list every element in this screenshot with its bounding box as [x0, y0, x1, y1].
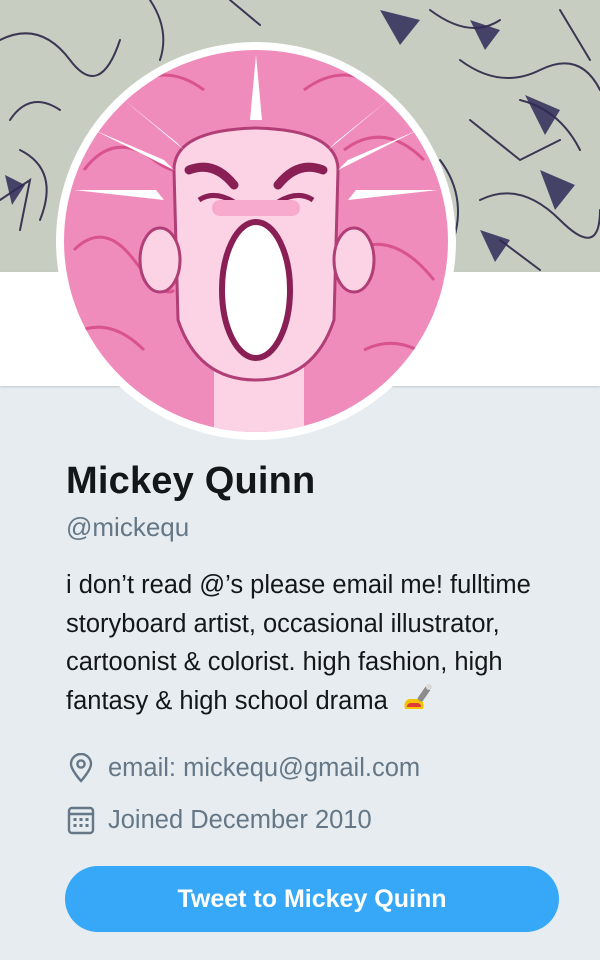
location-pin-icon	[66, 752, 96, 784]
profile-display-name: Mickey Quinn	[66, 460, 316, 502]
profile-location: email: mickequ@gmail.com	[66, 752, 420, 784]
profile-location-text: email: mickequ@gmail.com	[108, 753, 421, 782]
profile-join-date: Joined December 2010	[66, 804, 372, 836]
calendar-icon	[66, 804, 96, 836]
profile-handle[interactable]: @mickequ	[66, 512, 189, 543]
profile-avatar[interactable]	[56, 42, 456, 440]
profile-join-date-text: Joined December 2010	[108, 805, 372, 834]
tweet-to-user-button[interactable]: Tweet to Mickey Quinn	[65, 866, 559, 932]
nail-polish-icon	[399, 683, 435, 725]
profile-bio: i don’t read @’s please email me! fullti…	[66, 566, 566, 724]
profile-bio-text: i don’t read @’s please email me! fullti…	[66, 571, 531, 715]
